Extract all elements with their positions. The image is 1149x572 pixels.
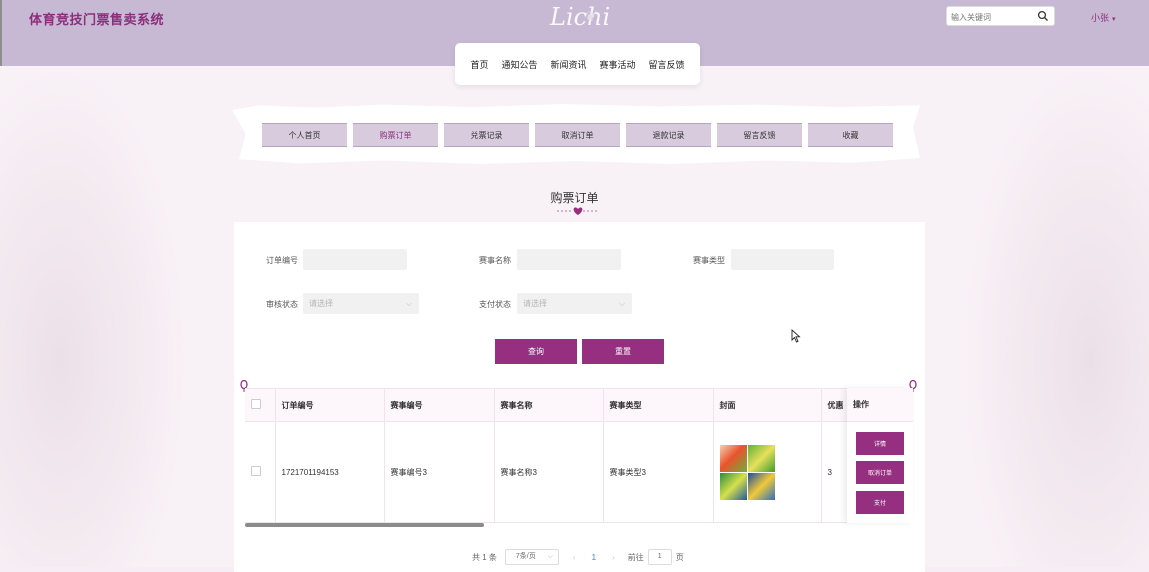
prev-page-button[interactable]: ‹	[573, 553, 576, 562]
tab-redeem-records[interactable]: 兑票记录	[444, 123, 529, 147]
nav-home[interactable]: 首页	[470, 58, 488, 71]
tab-feedback[interactable]: 留言反馈	[717, 123, 802, 147]
col-operations: 操作	[847, 388, 913, 422]
search-box	[946, 6, 1055, 27]
mouse-cursor-icon	[791, 329, 801, 343]
nav-notices[interactable]: 通知公告	[501, 58, 537, 71]
cell-match-type: 赛事类型3	[603, 421, 714, 523]
table-header-row: 订单编号 赛事编号 赛事名称 赛事类型 封面 优惠	[245, 389, 882, 422]
horizontal-scrollbar[interactable]	[245, 523, 484, 527]
cell-cover	[713, 421, 822, 523]
logo: Lichi ❦	[550, 2, 610, 36]
review-status-placeholder: 请选择	[309, 299, 333, 308]
page-size-select[interactable]: 7条/页 ⌵	[504, 549, 559, 565]
nav-news[interactable]: 新闻资讯	[550, 58, 586, 71]
chevron-down-icon: ⌵	[618, 299, 625, 308]
page-size-value: 7条/页	[515, 553, 536, 560]
cover-image[interactable]	[719, 444, 775, 500]
row-select-cell	[245, 421, 276, 523]
search-icon[interactable]	[1037, 10, 1049, 22]
tab-profile[interactable]: 个人首页	[262, 123, 347, 147]
chevron-down-icon: ▾	[1112, 16, 1116, 23]
col-match-type: 赛事类型	[603, 389, 714, 422]
match-type-input[interactable]	[731, 249, 834, 270]
cell-match-no: 赛事编号3	[384, 421, 495, 523]
sub-nav: 个人首页 购票订单 兑票记录 取消订单 退款记录 留言反馈 收藏	[262, 123, 902, 147]
tab-refund-records[interactable]: 退款记录	[626, 123, 711, 147]
pay-status-select[interactable]: 请选择 ⌵	[517, 293, 632, 314]
detail-button[interactable]: 详情	[856, 432, 904, 455]
search-input[interactable]	[947, 8, 1035, 27]
cell-order-no: 1721701194153	[275, 421, 385, 523]
tab-purchase-orders[interactable]: 购票订单	[353, 123, 438, 147]
col-order-no: 订单编号	[275, 389, 385, 422]
reset-button[interactable]: 重置	[582, 339, 664, 364]
tab-cancel-orders[interactable]: 取消订单	[535, 123, 620, 147]
match-type-label: 赛事类型	[693, 256, 725, 265]
select-all-checkbox[interactable]	[251, 399, 261, 409]
pay-status-placeholder: 请选择	[523, 299, 547, 308]
col-cover: 封面	[713, 389, 822, 422]
pay-status-label: 支付状态	[479, 300, 511, 309]
order-no-input[interactable]	[303, 249, 407, 270]
tab-favorites[interactable]: 收藏	[808, 123, 893, 147]
user-menu[interactable]: 小张 ▾	[1091, 11, 1116, 24]
logo-text: Lichi	[550, 3, 611, 31]
table-row: 1721701194153 赛事编号3 赛事名称3 赛事类型3 3	[245, 421, 882, 523]
orders-table: 订单编号 赛事编号 赛事名称 赛事类型 封面 优惠 1721701194153 …	[245, 388, 913, 525]
pagination: 共 1 条 7条/页 ⌵ ‹ 1 › 前往 1 页	[472, 549, 684, 565]
match-name-input[interactable]	[517, 249, 621, 270]
goto-prefix: 前往	[627, 552, 644, 562]
nav-events[interactable]: 赛事活动	[600, 58, 636, 71]
chevron-down-icon: ⌵	[405, 299, 412, 308]
select-all-cell	[245, 389, 276, 422]
operations-column: 操作 详情 取消订单 支付	[847, 388, 913, 523]
query-button[interactable]: 查询	[495, 339, 577, 364]
page-title: 购票订单	[550, 191, 599, 205]
col-match-name: 赛事名称	[494, 389, 604, 422]
row-checkbox[interactable]	[251, 466, 261, 476]
match-name-label: 赛事名称	[479, 256, 511, 265]
leaf-icon: ❦	[584, 9, 596, 25]
top-nav: 首页 通知公告 新闻资讯 赛事活动 留言反馈	[455, 43, 700, 85]
user-name: 小张	[1091, 13, 1110, 23]
total-count: 共 1 条	[472, 552, 497, 562]
goto-suffix: 页	[675, 552, 684, 562]
page-number-current[interactable]: 1	[592, 553, 596, 562]
review-status-label: 审核状态	[266, 300, 298, 309]
pay-button[interactable]: 支付	[856, 491, 904, 514]
cancel-order-button[interactable]: 取消订单	[856, 461, 904, 484]
site-title: 体育竞技门票售卖系统	[29, 12, 165, 27]
cell-match-name: 赛事名称3	[494, 421, 604, 523]
heart-divider-icon	[557, 207, 599, 215]
review-status-select[interactable]: 请选择 ⌵	[303, 293, 419, 314]
order-no-label: 订单编号	[266, 256, 298, 265]
col-match-no: 赛事编号	[384, 389, 495, 422]
nav-feedback[interactable]: 留言反馈	[649, 58, 685, 71]
chevron-down-icon: ⌵	[547, 553, 553, 560]
goto-page-input[interactable]: 1	[647, 549, 672, 565]
next-page-button[interactable]: ›	[612, 553, 615, 562]
